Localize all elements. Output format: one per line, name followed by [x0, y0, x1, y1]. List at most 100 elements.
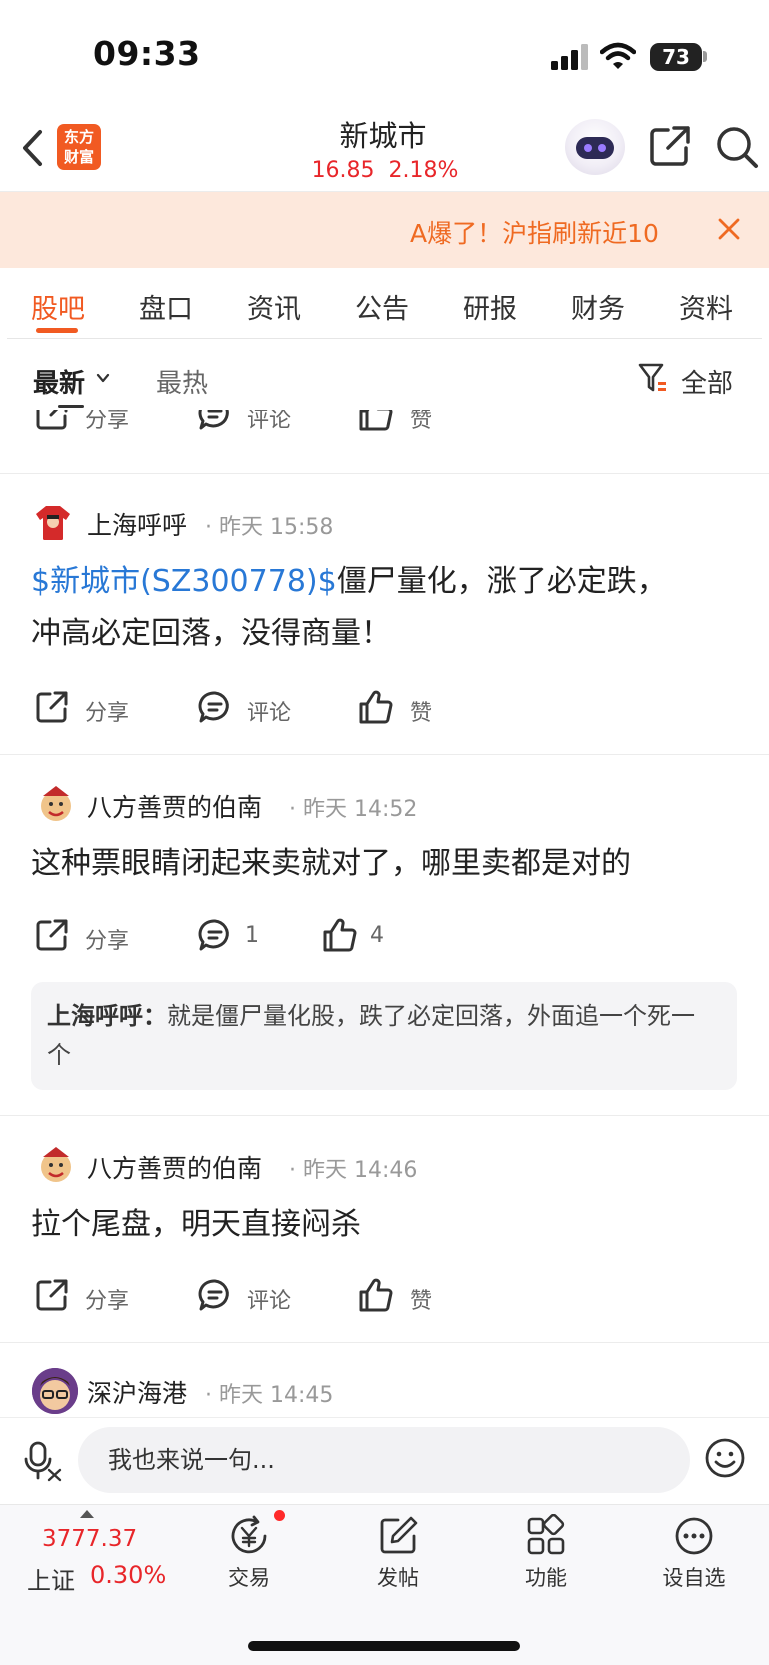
avatar[interactable]: [32, 1368, 78, 1414]
robot-eye-left: [584, 144, 592, 152]
comment-label[interactable]: 评论: [247, 1283, 291, 1315]
logo-line-2: 财富: [63, 148, 94, 166]
post-partial: 深沪海港 · 昨天 14:45: [0, 1360, 769, 1417]
like-label[interactable]: 赞: [410, 695, 432, 727]
chevron-down-icon[interactable]: [96, 372, 110, 384]
thumbs-up-icon[interactable]: [358, 689, 394, 725]
post-author[interactable]: 上海呼呼: [87, 506, 187, 542]
ai-assistant-robot-icon[interactable]: [565, 119, 625, 175]
like-label[interactable]: 赞: [410, 410, 432, 434]
filter-all[interactable]: 全部: [681, 363, 733, 400]
share-icon[interactable]: [34, 689, 70, 725]
share-icon[interactable]: [34, 1277, 70, 1313]
battery-indicator: 73: [650, 43, 702, 71]
stock-name[interactable]: 新城市: [283, 113, 483, 155]
previous-post-actions: 分享 评论 赞: [0, 410, 769, 446]
tab-announcements[interactable]: 公告: [355, 287, 409, 326]
avatar[interactable]: [32, 500, 74, 542]
index-change[interactable]: 0.30%: [90, 1561, 166, 1589]
nav-add-watchlist[interactable]: 设自选: [644, 1562, 744, 1592]
share-icon[interactable]: [34, 917, 70, 953]
comment-icon[interactable]: [197, 1277, 233, 1313]
post-divider: [0, 473, 769, 474]
post-author[interactable]: 深沪海港: [87, 1374, 187, 1410]
tab-pankou[interactable]: 盘口: [139, 287, 193, 326]
share-label[interactable]: 分享: [85, 410, 129, 434]
avatar[interactable]: [35, 782, 77, 824]
post-divider: [0, 754, 769, 755]
comment-icon[interactable]: [197, 689, 233, 725]
tab-news[interactable]: 资讯: [247, 287, 301, 326]
notification-dot: [274, 1510, 285, 1521]
sort-latest[interactable]: 最新: [33, 363, 85, 400]
banner-text[interactable]: A爆了！沪指刷新近10: [410, 214, 685, 250]
share-icon[interactable]: [648, 124, 692, 168]
post-body[interactable]: 拉个尾盘，明天直接闷杀: [31, 1199, 741, 1251]
tab-guba[interactable]: 股吧: [31, 287, 85, 326]
search-icon[interactable]: [714, 124, 760, 170]
avatar-fortune-god-icon: [41, 1147, 71, 1182]
active-tab-indicator: [36, 328, 78, 333]
more-icon[interactable]: [672, 1514, 716, 1558]
sort-hot[interactable]: 最热: [156, 363, 208, 400]
logo-line-1: 东方: [63, 128, 94, 146]
comment-icon[interactable]: [197, 917, 233, 953]
share-icon[interactable]: [34, 410, 70, 432]
voice-input-icon[interactable]: [24, 1440, 64, 1482]
tab-research[interactable]: 研报: [463, 287, 517, 326]
index-value[interactable]: 3777.37: [42, 1526, 137, 1552]
nav-post[interactable]: 发帖: [348, 1562, 448, 1592]
post-body[interactable]: 这种票眼睛闭起来卖就对了，哪里卖都是对的: [31, 838, 741, 890]
trade-yen-icon[interactable]: [227, 1514, 271, 1558]
thumbs-up-icon[interactable]: [322, 917, 358, 953]
scroll-hint-bar: [58, 405, 84, 408]
post-body[interactable]: $新城市(SZ300778)$僵尸量化，涨了必定跌， 冲高必定回落，没得商量！: [31, 556, 741, 660]
emoji-icon[interactable]: [704, 1437, 746, 1479]
share-label[interactable]: 分享: [85, 1283, 129, 1315]
avatar[interactable]: [35, 1143, 77, 1185]
like-label[interactable]: 赞: [410, 1283, 432, 1315]
comment-count[interactable]: 1: [245, 923, 259, 948]
thumbs-up-icon[interactable]: [358, 410, 394, 432]
nav-functions[interactable]: 功能: [496, 1562, 596, 1592]
share-label[interactable]: 分享: [85, 923, 129, 955]
comment-label[interactable]: 评论: [247, 695, 291, 727]
post-text: 僵尸量化，涨了必定跌，: [336, 564, 667, 599]
tab-profile[interactable]: 资料: [679, 287, 733, 326]
wifi-icon: [600, 42, 636, 69]
comment-icon[interactable]: [197, 410, 233, 432]
tab-finance[interactable]: 财务: [571, 287, 625, 326]
reply-author[interactable]: 上海呼呼：: [47, 1002, 167, 1030]
tabs-divider: [7, 338, 762, 339]
status-time: 09:33: [93, 34, 201, 73]
share-label[interactable]: 分享: [85, 695, 129, 727]
app-logo[interactable]: 东方 财富: [57, 124, 101, 170]
avatar-glasses-face-icon: [32, 1368, 78, 1414]
thumbs-up-icon[interactable]: [358, 1277, 394, 1313]
battery-tip: [703, 51, 707, 62]
nav-trade[interactable]: 交易: [199, 1562, 299, 1592]
post-divider: [0, 1115, 769, 1116]
post-body-line-2: 冲高必定回落，没得商量！: [31, 616, 391, 651]
home-indicator: [248, 1641, 520, 1651]
comment-input[interactable]: 我也来说一句...: [78, 1427, 690, 1493]
stock-price: 16.85: [311, 158, 375, 183]
post-time: · 昨天 14:52: [289, 797, 418, 822]
reply-text[interactable]: 上海呼呼：就是僵尸量化股，跌了必定回落，外面追一个死一个: [47, 997, 717, 1075]
post-body-line-1: $新城市(SZ300778)$僵尸量化，涨了必定跌，: [31, 556, 741, 608]
post-author[interactable]: 八方善贾的伯南: [87, 788, 262, 824]
composer-divider: [0, 1417, 769, 1418]
index-name[interactable]: 上证: [27, 1561, 75, 1596]
filter-icon[interactable]: [638, 362, 668, 394]
post-time: · 昨天 15:58: [205, 515, 334, 540]
back-arrow-icon[interactable]: [18, 128, 48, 168]
comment-label[interactable]: 评论: [247, 410, 291, 434]
post-author[interactable]: 八方善贾的伯南: [87, 1149, 262, 1185]
stock-change: 2.18%: [388, 158, 459, 183]
like-count[interactable]: 4: [370, 923, 384, 948]
grid-icon[interactable]: [524, 1514, 568, 1558]
compose-icon[interactable]: [376, 1514, 420, 1558]
close-icon[interactable]: [716, 216, 742, 242]
stock-mention-link[interactable]: $新城市(SZ300778)$: [31, 564, 337, 599]
caret-up-icon: [80, 1510, 94, 1518]
